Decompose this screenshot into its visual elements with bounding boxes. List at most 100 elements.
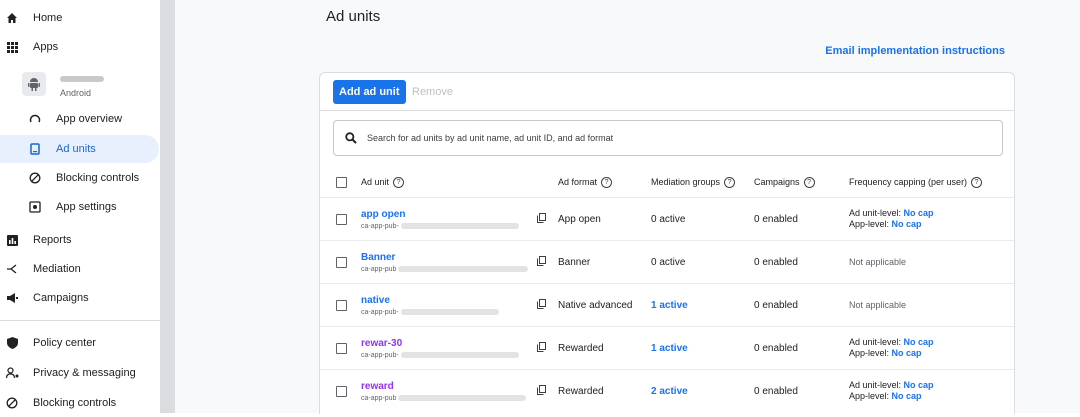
- nav-blocking-controls-label: Blocking controls: [33, 397, 117, 409]
- nav-privacy-messaging[interactable]: Privacy & messaging: [0, 359, 136, 387]
- gauge-icon: [28, 112, 42, 126]
- reports-icon: [5, 233, 19, 247]
- sidebar: Home Apps Android App overview Ad units …: [0, 0, 160, 413]
- ad-unit-name-link[interactable]: native: [361, 295, 390, 306]
- header-mediation-groups-label: Mediation groups: [651, 177, 721, 187]
- apps-grid-icon: [5, 40, 19, 54]
- header-ad-unit[interactable]: Ad unit?: [361, 167, 405, 197]
- nav-blocking-controls-app[interactable]: Blocking controls: [0, 164, 139, 192]
- header-frequency-capping[interactable]: Frequency capping (per user)?: [849, 167, 983, 197]
- mediation-groups-link[interactable]: 1 active: [651, 284, 688, 326]
- header-frequency-capping-label: Frequency capping (per user): [849, 177, 968, 187]
- nav-campaigns[interactable]: Campaigns: [0, 284, 89, 312]
- nav-ad-units-label: Ad units: [56, 143, 96, 155]
- help-icon[interactable]: ?: [803, 176, 815, 188]
- table-row[interactable]: reward ca-app-pub Rewarded 2 active 0 en…: [320, 369, 1014, 412]
- toolbar-divider: [320, 110, 1014, 111]
- ad-unit-id-prefix: ca-app-pub-: [361, 222, 399, 230]
- ad-format: Rewarded: [558, 342, 604, 354]
- nav-ad-units[interactable]: Ad units: [0, 135, 159, 163]
- android-icon: [22, 72, 46, 96]
- ad-unit-id-prefix: ca-app-pub: [361, 265, 397, 273]
- nav-app-overview[interactable]: App overview: [0, 105, 122, 133]
- nav-app-settings-label: App settings: [56, 201, 117, 213]
- nav-mediation-label: Mediation: [33, 263, 81, 275]
- campaigns-value: 0 enabled: [754, 385, 798, 397]
- sidebar-scrollbar[interactable]: [160, 0, 175, 413]
- ad-unit-name-link[interactable]: reward: [361, 381, 394, 392]
- ad-unit-id-redacted: [400, 352, 519, 358]
- help-icon[interactable]: ?: [601, 176, 613, 188]
- frequency-capping: Ad unit-level: No cap App-level: No cap: [849, 370, 934, 412]
- ad-unit-id: ca-app-pub-: [361, 352, 519, 359]
- add-ad-unit-button[interactable]: Add ad unit: [333, 80, 406, 104]
- mediation-groups-link[interactable]: 2 active: [651, 370, 688, 412]
- select-all-checkbox[interactable]: [336, 177, 347, 188]
- help-icon[interactable]: ?: [393, 176, 405, 188]
- copy-icon[interactable]: [537, 385, 546, 395]
- row-checkbox[interactable]: [336, 343, 347, 354]
- main-content: Ad units Email implementation instructio…: [175, 0, 1080, 414]
- freq-label: App-level:: [849, 348, 892, 358]
- search-box[interactable]: [333, 120, 1003, 156]
- copy-icon[interactable]: [537, 342, 546, 352]
- ad-unit-id: ca-app-pub-: [361, 309, 499, 316]
- help-icon[interactable]: ?: [971, 176, 983, 188]
- row-checkbox[interactable]: [336, 257, 347, 268]
- nav-reports[interactable]: Reports: [0, 226, 72, 254]
- table-row[interactable]: Banner ca-app-pub Banner 0 active 0 enab…: [320, 240, 1014, 283]
- header-mediation-groups[interactable]: Mediation groups?: [651, 167, 736, 197]
- nav-app-settings[interactable]: App settings: [0, 193, 117, 221]
- row-checkbox[interactable]: [336, 386, 347, 397]
- table-row[interactable]: native ca-app-pub- Native advanced 1 act…: [320, 283, 1014, 326]
- help-icon[interactable]: ?: [724, 176, 736, 188]
- freq-label: Ad unit-level:: [849, 380, 904, 390]
- ad-unit-name-link[interactable]: app open: [361, 209, 405, 220]
- copy-icon[interactable]: [537, 299, 546, 309]
- remove-button[interactable]: Remove: [412, 80, 453, 104]
- frequency-capping-not-applicable: Not applicable: [849, 256, 907, 267]
- ad-unit-cell: native ca-app-pub-: [361, 284, 499, 326]
- copy-icon[interactable]: [537, 256, 546, 266]
- table-row[interactable]: rewar-30 ca-app-pub- Rewarded 1 active 0…: [320, 326, 1014, 369]
- ad-unit-id-redacted: [400, 223, 519, 229]
- nav-home[interactable]: Home: [0, 4, 62, 32]
- ad-units-card: Add ad unit Remove Ad unit? Ad format? M…: [319, 72, 1015, 414]
- nav-mediation[interactable]: Mediation: [0, 255, 81, 283]
- freq-no-cap-link[interactable]: No cap: [904, 380, 934, 390]
- ad-unit-name-link[interactable]: Banner: [361, 252, 395, 263]
- freq-no-cap-link[interactable]: No cap: [904, 337, 934, 347]
- row-checkbox[interactable]: [336, 300, 347, 311]
- freq-label: Ad unit-level:: [849, 208, 904, 218]
- nav-apps[interactable]: Apps: [0, 33, 58, 61]
- freq-no-cap-link[interactable]: No cap: [892, 219, 922, 229]
- privacy-person-icon: [5, 366, 19, 380]
- mediation-groups-value: 0 active: [651, 256, 686, 268]
- ad-unit-cell: app open ca-app-pub-: [361, 198, 519, 240]
- freq-no-cap-link[interactable]: No cap: [904, 208, 934, 218]
- row-checkbox[interactable]: [336, 214, 347, 225]
- freq-no-cap-link[interactable]: No cap: [892, 348, 922, 358]
- settings-box-icon: [28, 200, 42, 214]
- table-row[interactable]: app open ca-app-pub- App open 0 active 0…: [320, 197, 1014, 240]
- frequency-capping: Ad unit-level: No cap App-level: No cap: [849, 198, 934, 240]
- header-campaigns-label: Campaigns: [754, 177, 800, 187]
- header-ad-format[interactable]: Ad format?: [558, 167, 613, 197]
- app-selector[interactable]: Android: [22, 72, 104, 98]
- nav-apps-label: Apps: [33, 41, 59, 53]
- email-implementation-link[interactable]: Email implementation instructions: [825, 45, 1005, 57]
- mediation-groups-link[interactable]: 1 active: [651, 327, 688, 369]
- freq-no-cap-link[interactable]: No cap: [892, 391, 922, 401]
- ad-unit-name-link[interactable]: rewar-30: [361, 338, 402, 349]
- nav-app-overview-label: App overview: [56, 113, 123, 125]
- freq-ad-unit-level: Ad unit-level: No cap: [849, 337, 934, 348]
- copy-icon[interactable]: [537, 213, 546, 223]
- table-header-row: Ad unit? Ad format? Mediation groups? Ca…: [320, 167, 1014, 197]
- campaigns-value: 0 enabled: [754, 213, 798, 225]
- ad-format: Native advanced: [558, 299, 633, 311]
- search-input[interactable]: [365, 132, 969, 144]
- nav-policy-center[interactable]: Policy center: [0, 329, 96, 357]
- header-campaigns[interactable]: Campaigns?: [754, 167, 815, 197]
- frequency-capping: Ad unit-level: No cap App-level: No cap: [849, 327, 934, 369]
- freq-app-level: App-level: No cap: [849, 348, 922, 359]
